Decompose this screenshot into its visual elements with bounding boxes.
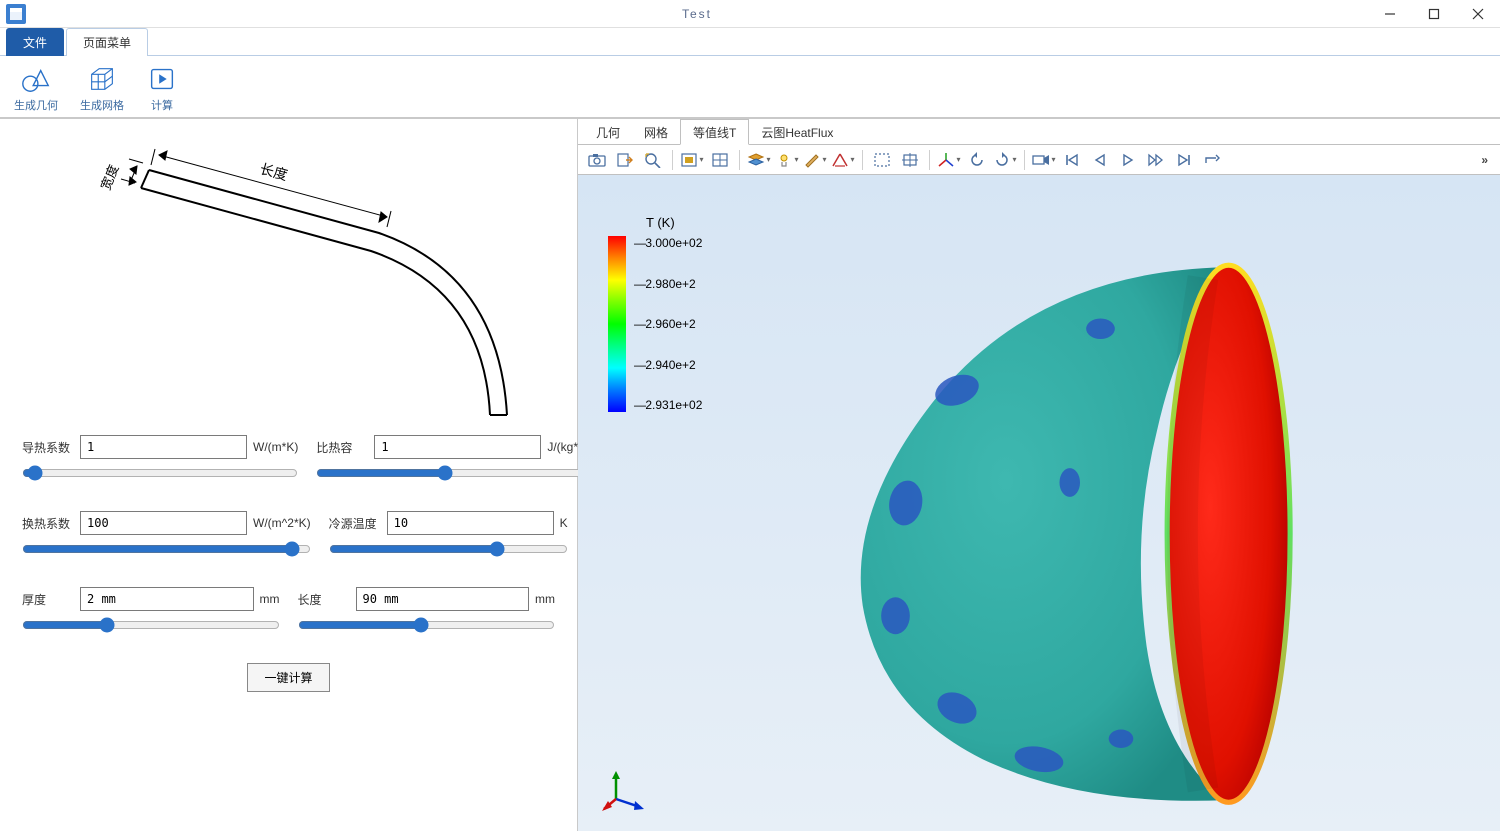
ribbon-generate-mesh[interactable]: 生成网格: [76, 61, 128, 115]
select-move-icon[interactable]: [897, 148, 923, 172]
length-label: 长度: [298, 591, 350, 608]
view-tab-cloud[interactable]: 云图HeatFlux: [749, 120, 845, 144]
camera-icon[interactable]: [584, 148, 610, 172]
one-click-compute-button[interactable]: 一键计算: [247, 663, 329, 692]
rotate-ccw-icon[interactable]: [964, 148, 990, 172]
length-unit: mm: [535, 592, 555, 606]
geometry-diagram: 长度 宽度: [12, 125, 565, 425]
viewport-toolbar: »: [578, 145, 1500, 175]
cold-temp-unit: K: [560, 516, 568, 530]
toolbar-overflow-icon[interactable]: »: [1475, 153, 1494, 167]
select-rect-icon[interactable]: [869, 148, 895, 172]
next-frame-icon[interactable]: [1143, 148, 1169, 172]
play-icon[interactable]: [1115, 148, 1141, 172]
minimize-button[interactable]: [1368, 0, 1412, 28]
ribbon: 生成几何 生成网格 计算: [0, 56, 1500, 118]
prev-frame-icon[interactable]: [1087, 148, 1113, 172]
compute-icon: [146, 63, 178, 95]
heat-transfer-input[interactable]: [80, 511, 247, 535]
heat-transfer-unit: W/(m^2*K): [253, 516, 311, 530]
first-frame-icon[interactable]: [1059, 148, 1085, 172]
specific-heat-slider[interactable]: [316, 465, 590, 481]
heat-transfer-label: 换热系数: [22, 515, 74, 532]
thickness-slider[interactable]: [22, 617, 280, 633]
3d-viewport[interactable]: T (K) 3.000e+02 2.980e+2 2.960e+2 2.940e…: [578, 175, 1500, 831]
parameter-form: 导热系数 W/(m*K) 比热容 J/(kg*K): [12, 425, 565, 692]
view-tab-isoline[interactable]: 等值线T: [680, 119, 749, 145]
thermal-cond-slider[interactable]: [22, 465, 298, 481]
ribbon-label: 生成网格: [80, 97, 124, 113]
axis-triad-icon: [602, 767, 648, 813]
mesh-icon: [86, 63, 118, 95]
ribbon-compute[interactable]: 计算: [142, 61, 182, 115]
window-title: Test: [26, 7, 1368, 21]
cold-temp-slider[interactable]: [329, 541, 568, 557]
frame-select-icon[interactable]: [679, 148, 705, 172]
length-slider[interactable]: [298, 617, 556, 633]
specific-heat-input[interactable]: [374, 435, 541, 459]
export-icon[interactable]: [612, 148, 638, 172]
light-icon[interactable]: [774, 148, 800, 172]
loop-icon[interactable]: [1199, 148, 1225, 172]
thickness-label: 厚度: [22, 591, 74, 608]
left-panel: 长度 宽度 导热系数 W/(m*K): [0, 118, 578, 831]
ruler-icon[interactable]: [830, 148, 856, 172]
tab-file[interactable]: 文件: [6, 28, 64, 56]
axes-icon[interactable]: [936, 148, 962, 172]
zoom-reset-icon[interactable]: [640, 148, 666, 172]
thickness-unit: mm: [260, 592, 280, 606]
thickness-input[interactable]: [80, 587, 254, 611]
heat-transfer-slider[interactable]: [22, 541, 311, 557]
close-button[interactable]: [1456, 0, 1500, 28]
length-input[interactable]: [356, 587, 530, 611]
maximize-button[interactable]: [1412, 0, 1456, 28]
rotate-cw-icon[interactable]: [992, 148, 1018, 172]
diagram-width-label: 宽度: [97, 162, 121, 192]
ribbon-label: 计算: [151, 97, 173, 113]
ribbon-label: 生成几何: [14, 97, 58, 113]
diagram-length-label: 长度: [258, 160, 289, 183]
menu-tabstrip: 文件 页面菜单: [0, 28, 1500, 56]
thermal-cond-label: 导热系数: [22, 439, 74, 456]
brush-icon[interactable]: [802, 148, 828, 172]
layers-icon[interactable]: [746, 148, 772, 172]
ribbon-generate-geometry[interactable]: 生成几何: [10, 61, 62, 115]
thermal-cond-input[interactable]: [80, 435, 247, 459]
view-tabstrip: 几何 网格 等值线T 云图HeatFlux: [578, 119, 1500, 145]
last-frame-icon[interactable]: [1171, 148, 1197, 172]
thermal-cond-unit: W/(m*K): [253, 440, 298, 454]
right-panel: 几何 网格 等值线T 云图HeatFlux: [578, 118, 1500, 831]
tab-page-menu[interactable]: 页面菜单: [66, 28, 148, 56]
cold-temp-input[interactable]: [387, 511, 554, 535]
title-bar: Test: [0, 0, 1500, 28]
cold-temp-label: 冷源温度: [329, 515, 381, 532]
view-tab-mesh[interactable]: 网格: [632, 120, 680, 144]
view-tab-geometry[interactable]: 几何: [584, 120, 632, 144]
geometry-icon: [20, 63, 52, 95]
frame-fit-icon[interactable]: [707, 148, 733, 172]
video-icon[interactable]: [1031, 148, 1057, 172]
app-icon: [6, 4, 26, 24]
specific-heat-label: 比热容: [316, 439, 368, 456]
